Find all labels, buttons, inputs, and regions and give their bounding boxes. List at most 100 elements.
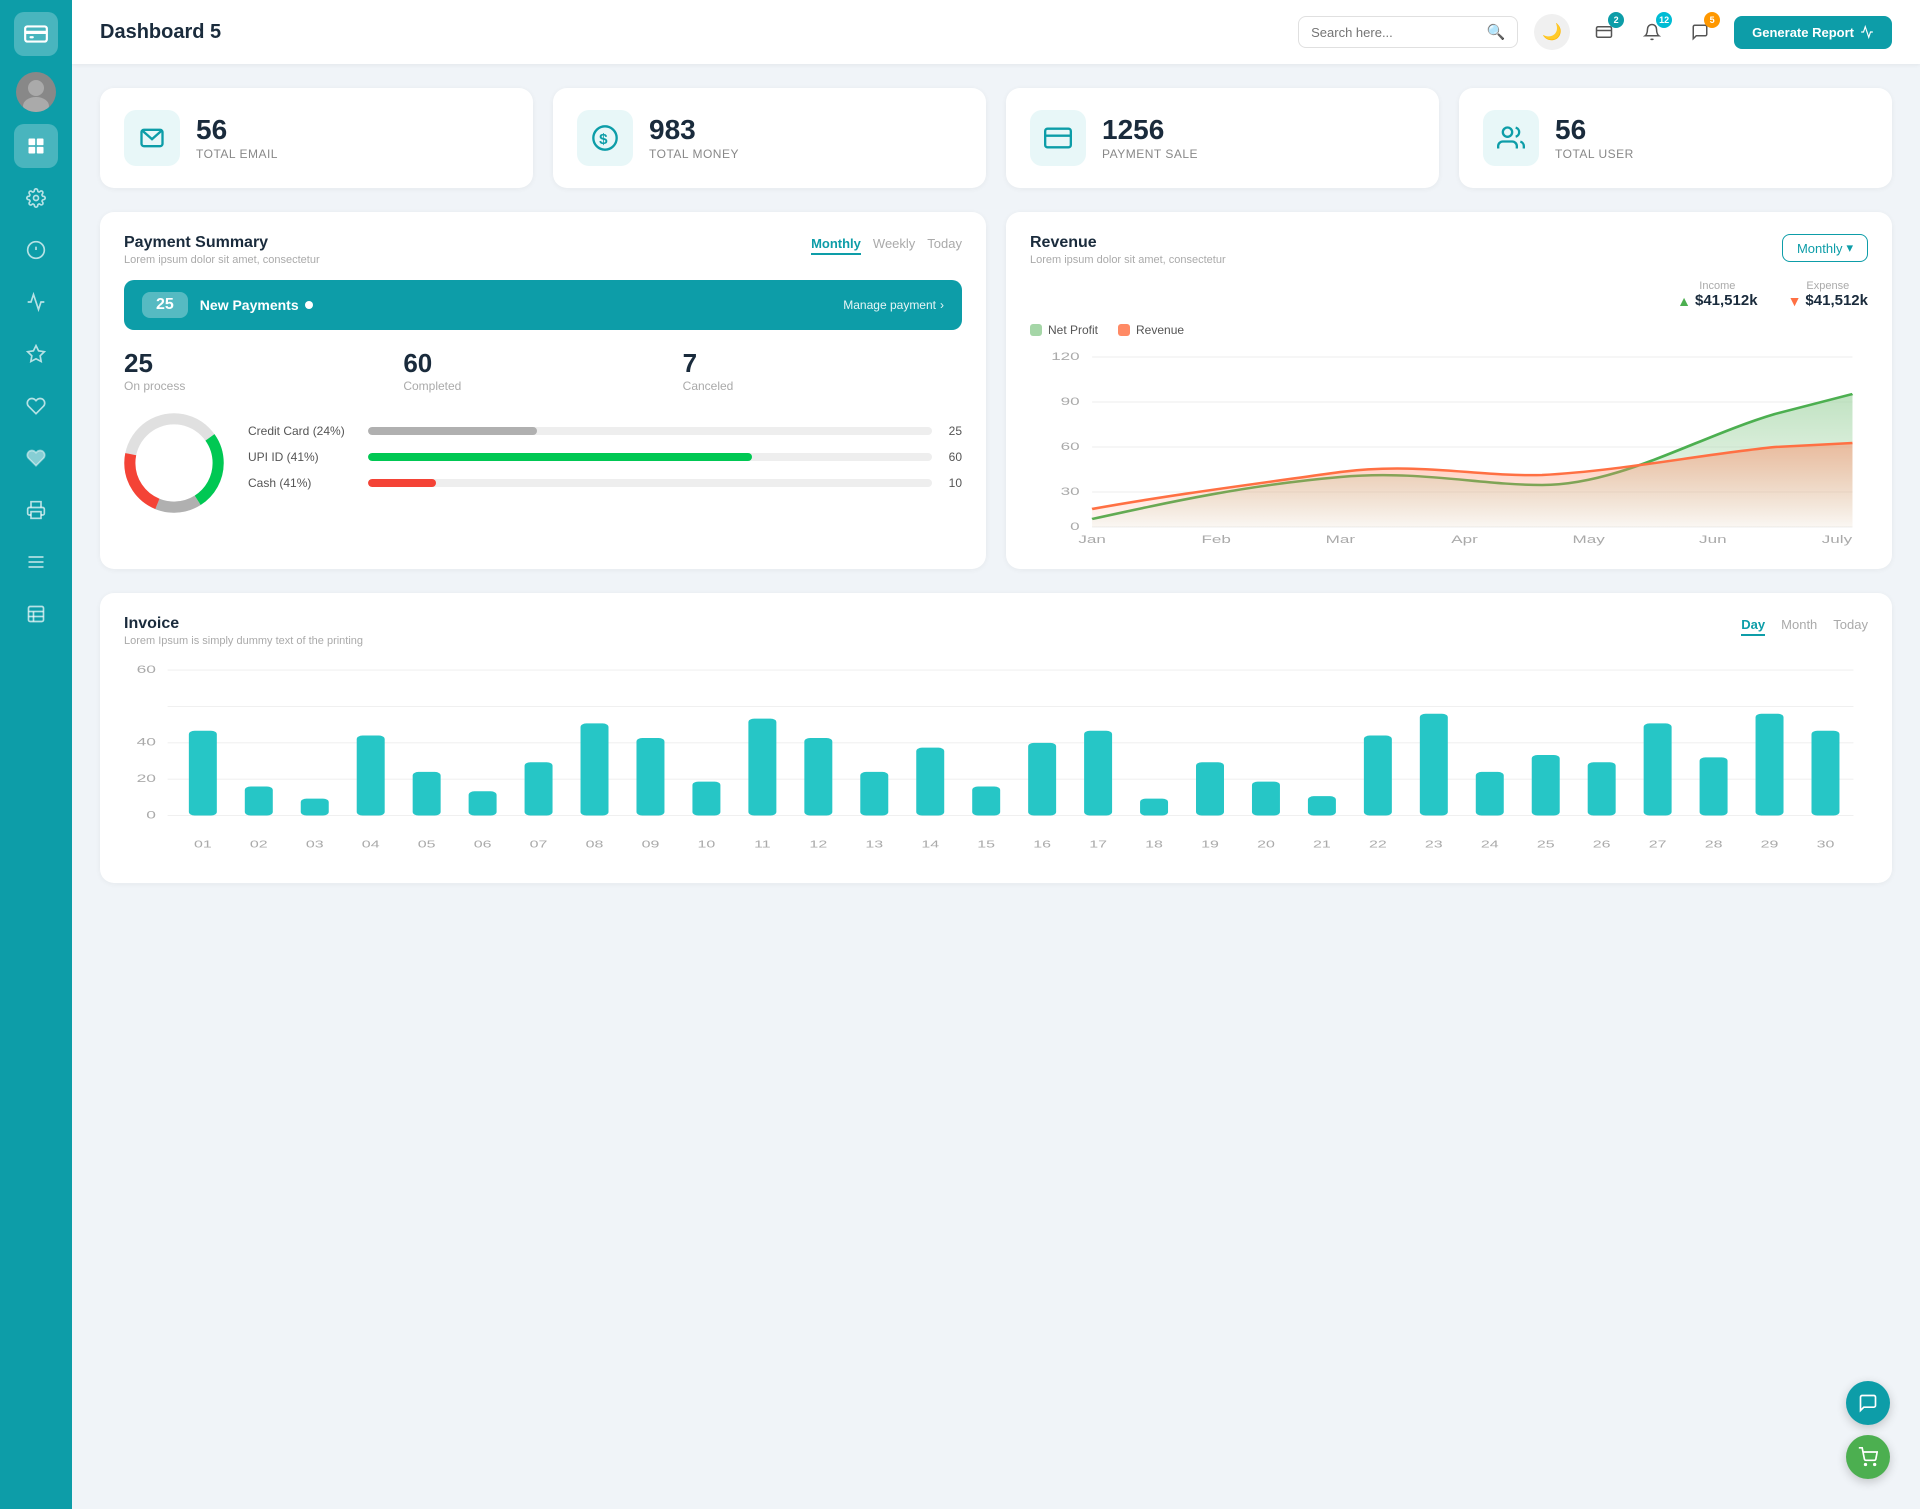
search-input[interactable]: [1311, 25, 1478, 40]
payment-summary-title: Payment Summary: [124, 234, 320, 252]
bar-23: [1420, 714, 1448, 816]
income-value: ▲ $41,512k: [1677, 292, 1757, 309]
pay-label-cash: Cash (41%): [248, 476, 358, 490]
tab-invoice-day[interactable]: Day: [1741, 615, 1765, 636]
generate-report-button[interactable]: Generate Report: [1734, 16, 1892, 49]
sidebar-item-dashboard[interactable]: [14, 124, 58, 168]
svg-text:08: 08: [586, 838, 604, 849]
wallet-icon-btn[interactable]: 2: [1586, 14, 1622, 50]
bar-28: [1700, 757, 1728, 815]
svg-text:14: 14: [921, 838, 939, 849]
bar-11: [748, 719, 776, 816]
fab-cart[interactable]: [1846, 1435, 1890, 1479]
pay-bar-bg-cash: [368, 479, 932, 487]
svg-text:06: 06: [474, 838, 492, 849]
pay-label-upi: UPI ID (41%): [248, 450, 358, 464]
dark-mode-toggle[interactable]: 🌙: [1534, 14, 1570, 50]
generate-report-label: Generate Report: [1752, 25, 1854, 40]
svg-text:Mar: Mar: [1326, 534, 1356, 546]
svg-text:01: 01: [194, 838, 212, 849]
svg-text:18: 18: [1145, 838, 1163, 849]
bar-29: [1756, 714, 1784, 816]
revenue-monthly-label: Monthly: [1797, 241, 1843, 256]
stat-label-user: TOTAL USER: [1555, 147, 1634, 161]
invoice-card: Invoice Lorem Ipsum is simply dummy text…: [100, 593, 1892, 883]
bar-16: [1028, 743, 1056, 816]
payment-bars: Credit Card (24%) 25 UPI ID (41%) 60: [248, 424, 962, 502]
manage-payment-link[interactable]: Manage payment ›: [843, 298, 944, 312]
legend-net-profit: Net Profit: [1030, 323, 1098, 337]
stat-icon-user: [1483, 110, 1539, 166]
bar-26: [1588, 762, 1616, 815]
revenue-title: Revenue: [1030, 234, 1226, 252]
sidebar-item-info[interactable]: [14, 228, 58, 272]
sidebar-item-heart2[interactable]: [14, 436, 58, 480]
sidebar-item-menu[interactable]: [14, 540, 58, 584]
fab-support[interactable]: [1846, 1381, 1890, 1425]
pay-bar-bg-creditcard: [368, 427, 932, 435]
svg-text:05: 05: [418, 838, 436, 849]
pay-row-upi: UPI ID (41%) 60: [248, 450, 962, 464]
expense-down-icon: ▼: [1788, 293, 1802, 309]
bell-icon-btn[interactable]: 12: [1634, 14, 1670, 50]
tab-invoice-month[interactable]: Month: [1781, 615, 1817, 636]
sidebar-item-analytics[interactable]: [14, 280, 58, 324]
tab-invoice-today[interactable]: Today: [1833, 615, 1868, 636]
bar-30: [1812, 731, 1840, 816]
tab-monthly-payment[interactable]: Monthly: [811, 234, 861, 255]
svg-text:60: 60: [137, 664, 156, 676]
pay-count-creditcard: 25: [942, 424, 962, 438]
svg-text:27: 27: [1649, 838, 1667, 849]
stat-icon-email: [124, 110, 180, 166]
tab-weekly-payment[interactable]: Weekly: [873, 234, 915, 255]
svg-text:0: 0: [1070, 521, 1080, 533]
stat-number-money: 983: [649, 115, 739, 146]
chat-icon-btn[interactable]: 5: [1682, 14, 1718, 50]
svg-text:04: 04: [362, 838, 380, 849]
new-payments-count: 25: [142, 292, 188, 318]
expense-label: Expense: [1788, 280, 1868, 292]
pay-bar-bg-upi: [368, 453, 932, 461]
metric-lbl-canceled: Canceled: [683, 379, 962, 393]
search-box[interactable]: 🔍: [1298, 16, 1518, 48]
svg-text:40: 40: [137, 737, 156, 749]
sidebar-item-print[interactable]: [14, 488, 58, 532]
payment-tab-group: Monthly Weekly Today: [811, 234, 962, 255]
svg-text:23: 23: [1425, 838, 1443, 849]
invoice-card-header: Invoice Lorem Ipsum is simply dummy text…: [124, 615, 1868, 647]
tab-today-payment[interactable]: Today: [927, 234, 962, 255]
sidebar-item-settings[interactable]: [14, 176, 58, 220]
new-payments-dot: [305, 301, 313, 309]
header-icons: 2 12 5: [1586, 14, 1718, 50]
new-payments-label: New Payments: [200, 297, 831, 313]
payment-summary-card: Payment Summary Lorem ipsum dolor sit am…: [100, 212, 986, 569]
stat-label-money: TOTAL MONEY: [649, 147, 739, 161]
sidebar-logo[interactable]: [14, 12, 58, 56]
metrics-row: 25 On process 60 Completed 7 Canceled: [124, 348, 962, 393]
search-icon: 🔍: [1486, 23, 1505, 41]
pay-label-creditcard: Credit Card (24%): [248, 424, 358, 438]
svg-text:Jan: Jan: [1078, 534, 1106, 546]
svg-text:26: 26: [1593, 838, 1611, 849]
expense-value: ▼ $41,512k: [1788, 292, 1868, 309]
revenue-monthly-btn[interactable]: Monthly ▾: [1782, 234, 1868, 262]
sidebar-item-list[interactable]: [14, 592, 58, 636]
legend-dot-revenue: [1118, 324, 1130, 336]
pay-row-cash: Cash (41%) 10: [248, 476, 962, 490]
bar-12: [804, 738, 832, 816]
pay-count-cash: 10: [942, 476, 962, 490]
bar-15: [972, 786, 1000, 815]
wallet-badge: 2: [1608, 12, 1624, 28]
sidebar-avatar[interactable]: [16, 72, 56, 112]
bar-25: [1532, 755, 1560, 816]
stat-card-user: 56 TOTAL USER: [1459, 88, 1892, 188]
bar-9: [636, 738, 664, 816]
sidebar-item-heart[interactable]: [14, 384, 58, 428]
stat-number-payment: 1256: [1102, 115, 1198, 146]
stat-card-email: 56 TOTAL EMAIL: [100, 88, 533, 188]
metric-num-canceled: 7: [683, 348, 962, 379]
sidebar-item-favorites[interactable]: [14, 332, 58, 376]
svg-text:17: 17: [1089, 838, 1107, 849]
invoice-subtitle: Lorem Ipsum is simply dummy text of the …: [124, 635, 363, 647]
svg-text:Feb: Feb: [1202, 534, 1231, 546]
